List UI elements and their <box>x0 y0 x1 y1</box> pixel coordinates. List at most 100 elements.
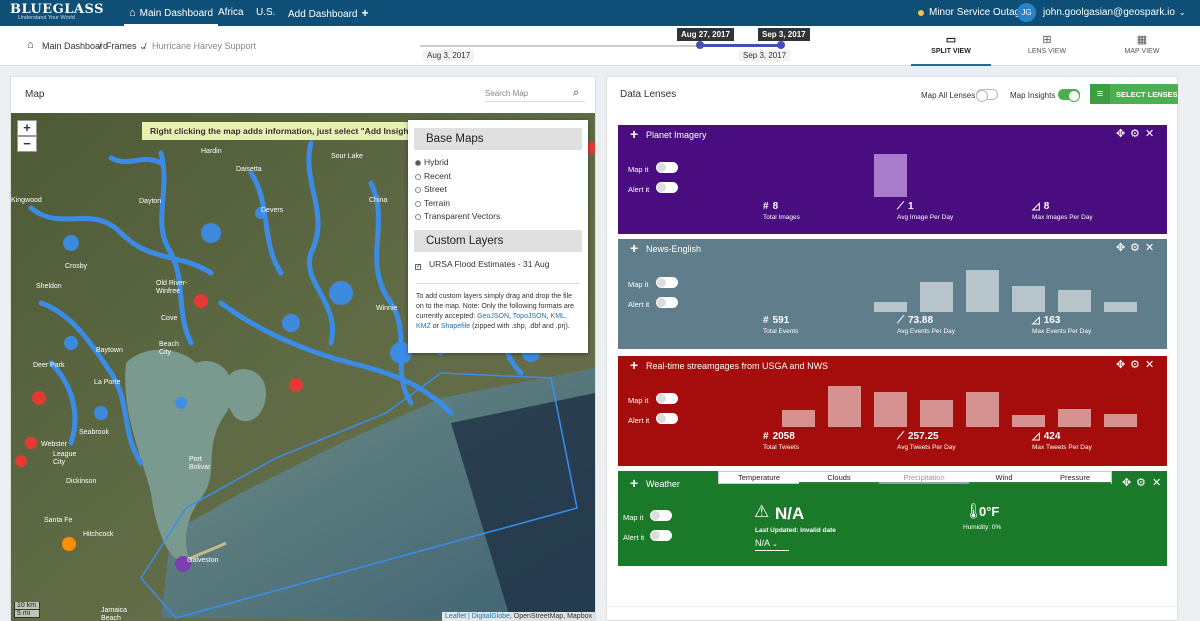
custom-layer-ursa[interactable]: ✓ URSA Flood Estimates - 31 Aug <box>408 258 588 272</box>
map-it-label: Map it <box>623 513 644 522</box>
plus-icon: + <box>361 6 369 20</box>
plus-icon[interactable]: + <box>630 126 638 142</box>
gear-icon[interactable]: ⚙ <box>1136 476 1146 489</box>
select-lenses-button[interactable]: ≡ SELECT LENSES <box>1090 84 1178 104</box>
move-icon[interactable]: ✥ <box>1116 241 1125 254</box>
place-label: Beach City <box>159 341 179 356</box>
map-it-toggle[interactable] <box>656 393 678 404</box>
format-link-topojson[interactable]: TopoJSON <box>513 313 547 320</box>
area-chart-icon: ◿ <box>1032 201 1040 212</box>
base-map-option-terrain[interactable]: Terrain <box>408 197 588 211</box>
range-end-label: Sep 3, 2017 <box>758 28 810 41</box>
map-all-lenses-toggle[interactable] <box>976 89 998 102</box>
gear-icon[interactable]: ⚙ <box>1130 127 1140 140</box>
chart-bar <box>1104 302 1137 312</box>
place-label: Old River-Winfree <box>156 280 188 295</box>
alert-it-toggle[interactable] <box>656 182 678 193</box>
place-label: Santa Fe <box>44 517 73 524</box>
chart-bar <box>828 386 861 427</box>
plus-icon[interactable]: + <box>630 357 638 373</box>
tab-precipitation[interactable]: Precipitation <box>879 472 969 484</box>
chart-bar <box>966 270 999 312</box>
zoom-in-button[interactable]: + <box>17 120 37 136</box>
nav-main-dashboard[interactable]: ⌂ Main Dashboard <box>124 0 219 26</box>
max-per-day-stat: ◿ 163 Max Events Per Day <box>1032 315 1092 335</box>
place-label: La Porte <box>94 379 121 386</box>
close-icon[interactable]: ✕ <box>1152 476 1161 489</box>
trend-icon: ⟋ <box>897 431 904 442</box>
gear-icon[interactable]: ⚙ <box>1130 241 1140 254</box>
lens-card-weather: + Weather Temperature Clouds Precipitati… <box>618 471 1167 566</box>
grid-icon: ⊞ <box>1042 34 1052 46</box>
alert-it-toggle[interactable] <box>656 297 678 308</box>
chart-bar <box>874 302 907 312</box>
lens-card-news-english: + News-English ✥ ⚙ ✕ Map it Alert it #59… <box>618 239 1167 349</box>
nav-add-dashboard[interactable]: Add Dashboard + <box>283 0 374 26</box>
home-icon[interactable]: ⌂ <box>27 39 34 51</box>
total-images-stat: #8 Total Images <box>763 201 800 221</box>
place-label: Cove <box>161 315 178 322</box>
sub-header: ⌂ Main Dashboard / Frames ⌄ / Hurricane … <box>0 26 1200 66</box>
base-map-option-hybrid[interactable]: Hybrid <box>408 156 588 170</box>
base-map-option-street[interactable]: Street <box>408 183 588 197</box>
timeline-end-handle[interactable] <box>777 41 785 49</box>
format-link-geojson[interactable]: GeoJSON <box>477 313 509 320</box>
place-label: Hitchcock <box>83 531 114 538</box>
base-map-option-transparent-vectors[interactable]: Transparent Vectors <box>408 210 588 224</box>
map-it-toggle[interactable] <box>656 162 678 173</box>
map-all-lenses-label: Map All Lenses <box>921 91 976 100</box>
lens-view-button[interactable]: ⊞ LENS VIEW <box>1007 26 1087 66</box>
search-input[interactable]: Search Map <box>485 89 585 102</box>
chart-bar <box>874 154 907 197</box>
close-icon[interactable]: ✕ <box>1145 241 1154 254</box>
chevron-down-icon: ⌄ <box>772 541 778 548</box>
place-label: League City <box>53 451 77 466</box>
close-icon[interactable]: ✕ <box>1145 358 1154 371</box>
alert-it-label: Alert it <box>628 300 650 309</box>
tab-temperature[interactable]: Temperature <box>719 472 799 484</box>
nav-us[interactable]: U.S. <box>251 0 280 26</box>
lens-title: Planet Imagery <box>646 130 707 140</box>
temperature-value: 0°F <box>979 504 1000 519</box>
map-it-toggle[interactable] <box>650 510 672 521</box>
base-maps-title: Base Maps <box>414 128 582 150</box>
alert-it-toggle[interactable] <box>656 413 678 424</box>
search-icon[interactable]: ⌕ <box>573 87 579 100</box>
move-icon[interactable]: ✥ <box>1116 358 1125 371</box>
service-status[interactable]: Minor Service Outage <box>924 0 1031 26</box>
close-icon[interactable]: ✕ <box>1145 127 1154 140</box>
format-link-kmz[interactable]: KMZ <box>416 323 431 330</box>
map-it-toggle[interactable] <box>656 277 678 288</box>
breadcrumb-separator: / <box>144 41 147 51</box>
move-icon[interactable]: ✥ <box>1116 127 1125 140</box>
zoom-out-button[interactable]: − <box>17 136 37 152</box>
move-icon[interactable]: ✥ <box>1122 476 1131 489</box>
format-link-shapefile[interactable]: Shapefile <box>441 323 470 330</box>
plus-icon[interactable]: + <box>630 475 638 491</box>
map-insights-toggle[interactable] <box>1058 89 1080 102</box>
base-map-option-recent[interactable]: Recent <box>408 170 588 184</box>
brand-logo[interactable]: BLUEGLASS Understand Your World <box>10 3 104 22</box>
gear-icon[interactable]: ⚙ <box>1130 358 1140 371</box>
timeline-selected-range[interactable] <box>700 44 781 47</box>
tab-wind[interactable]: Wind <box>969 472 1039 484</box>
place-label: Port Bolivar <box>189 456 211 471</box>
tab-clouds[interactable]: Clouds <box>799 472 879 484</box>
nav-africa[interactable]: Africa <box>213 0 249 26</box>
avatar[interactable]: JG <box>1017 3 1036 22</box>
top-navbar: BLUEGLASS Understand Your World ⌂ Main Da… <box>0 0 1200 26</box>
timeline-start-handle[interactable] <box>696 41 704 49</box>
lens-title: News-English <box>646 244 702 254</box>
weather-select[interactable]: N/A ⌄ <box>755 538 789 551</box>
alert-it-toggle[interactable] <box>650 530 672 541</box>
breadcrumb-frames[interactable]: Frames ⌄ <box>106 41 147 52</box>
user-menu[interactable]: john.goolgasian@geospark.io ⌄ <box>1038 0 1191 26</box>
split-view-button[interactable]: ▭ SPLIT VIEW <box>911 26 991 66</box>
radio-icon <box>415 187 421 193</box>
plus-icon[interactable]: + <box>630 240 638 256</box>
format-link-kml[interactable]: KML <box>551 313 565 320</box>
checkbox-checked-icon: ✓ <box>415 263 422 270</box>
map-view-button[interactable]: ▦ MAP VIEW <box>1102 26 1182 66</box>
tab-pressure[interactable]: Pressure <box>1039 472 1111 484</box>
max-per-day-stat: ◿ 8 Max Images Per Day <box>1032 201 1093 221</box>
